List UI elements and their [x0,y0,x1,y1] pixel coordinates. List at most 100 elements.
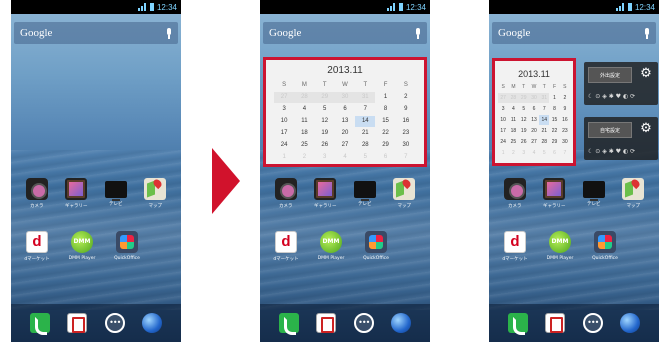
app-drawer-icon[interactable] [353,313,374,333]
calendar-day[interactable]: 3 [274,104,294,115]
calendar-day[interactable]: 12 [315,116,335,127]
calendar-day[interactable]: 1 [375,92,395,103]
calendar-day[interactable]: 4 [294,104,314,115]
google-search-bar[interactable]: Google [492,22,656,44]
calendar-day[interactable]: 19 [315,128,335,139]
google-search-bar[interactable]: Google [263,22,427,44]
browser-globe-icon[interactable] [391,313,412,333]
gear-icon[interactable]: ⚙ [638,121,654,137]
calendar-day[interactable]: 29 [549,137,559,147]
calendar-day[interactable]: 23 [396,128,416,139]
calendar-day[interactable]: 5 [519,104,529,114]
app-dmarket[interactable]: dマーケット [21,231,53,262]
calendar-day[interactable]: 13 [335,116,355,127]
calendar-day[interactable]: 21 [355,128,375,139]
calendar-day[interactable]: 26 [315,140,335,151]
calendar-day[interactable]: 4 [529,148,539,158]
home-mode-button[interactable]: 自宅設定 [588,122,632,138]
gear-icon[interactable]: ⚙ [638,66,654,82]
calendar-day[interactable]: 20 [335,128,355,139]
calendar-day[interactable]: 7 [539,104,549,114]
calendar-day[interactable]: 11 [294,116,314,127]
calendar-day[interactable]: 27 [335,140,355,151]
app-tv[interactable]: テレビ [578,178,610,209]
calendar-day[interactable]: 1 [498,148,508,158]
app-map[interactable]: マップ [617,178,649,209]
app-quickoffice[interactable]: QuickOffice [360,231,392,262]
app-dmarket[interactable]: dマーケット [499,231,531,262]
app-quickoffice[interactable]: QuickOffice [589,231,621,262]
app-drawer-icon[interactable] [582,313,603,333]
calendar-day[interactable]: 30 [334,92,356,103]
app-drawer-icon[interactable] [104,313,125,333]
calendar-day[interactable]: 16 [560,115,570,125]
app-dmm-player[interactable]: DMM Player [315,231,347,262]
app-camera[interactable]: カメラ [21,178,53,209]
calendar-day[interactable]: 4 [335,152,355,163]
calendar-day[interactable]: 27 [529,137,539,147]
calendar-day[interactable]: 4 [508,104,518,114]
calendar-day[interactable]: 24 [274,140,294,151]
calendar-day[interactable]: 6 [529,104,539,114]
google-search-bar[interactable]: Google [14,22,178,44]
app-gallery[interactable]: ギャラリー [538,178,570,209]
calendar-day[interactable]: 26 [519,137,529,147]
contacts-icon[interactable] [316,313,337,333]
calendar-day[interactable]: 28 [539,137,549,147]
calendar-day[interactable]: 13 [529,115,539,125]
microphone-icon[interactable] [644,27,650,39]
calendar-day[interactable]: 7 [396,152,416,163]
calendar-day[interactable]: 18 [294,128,314,139]
phone-icon[interactable] [278,313,299,335]
calendar-widget-large[interactable]: 2013.11 S M T W T F S 27 28 29 30 31 1 2 3 4 5 6 7 8 9 10 11 12… [263,57,427,167]
app-camera[interactable]: カメラ [270,178,302,209]
calendar-day[interactable]: 23 [560,126,570,136]
calendar-day[interactable]: 17 [498,126,508,136]
calendar-day[interactable]: 28 [355,140,375,151]
calendar-day[interactable]: 5 [315,104,335,115]
calendar-day[interactable]: 9 [396,104,416,115]
calendar-day[interactable]: 2 [560,93,570,103]
app-quickoffice[interactable]: QuickOffice [111,231,143,262]
calendar-day[interactable]: 7 [560,148,570,158]
calendar-day[interactable]: 15 [549,115,559,125]
calendar-day[interactable]: 1 [274,152,294,163]
calendar-day[interactable]: 2 [508,148,518,158]
calendar-day[interactable]: 12 [519,115,529,125]
calendar-day[interactable]: 3 [498,104,508,114]
calendar-day[interactable]: 8 [549,104,559,114]
calendar-day[interactable]: 18 [508,126,518,136]
phone-icon[interactable] [29,313,50,335]
calendar-day[interactable]: 29 [518,93,529,103]
app-gallery[interactable]: ギャラリー [309,178,341,209]
calendar-day[interactable]: 27 [274,92,295,103]
app-camera[interactable]: カメラ [499,178,531,209]
calendar-day[interactable]: 29 [375,140,395,151]
app-dmm-player[interactable]: DMM Player [66,231,98,262]
calendar-widget-small[interactable]: 2013.11 S M T W T F S 27 28 29 30 31 1 2 3 4 5 6 7 8 9 10 11 12… [492,58,576,166]
calendar-day[interactable]: 9 [560,104,570,114]
calendar-day[interactable]: 20 [529,126,539,136]
calendar-day[interactable]: 5 [539,148,549,158]
calendar-day[interactable]: 24 [498,137,508,147]
calendar-day[interactable]: 27 [498,93,509,103]
calendar-day[interactable]: 10 [498,115,508,125]
calendar-day[interactable]: 6 [335,104,355,115]
microphone-icon[interactable] [166,27,172,39]
calendar-day[interactable]: 29 [314,92,335,103]
calendar-day[interactable]: 30 [528,93,540,103]
calendar-day[interactable]: 28 [508,93,519,103]
outing-mode-button[interactable]: 外出設定 [588,67,632,83]
phone-icon[interactable] [507,313,528,335]
calendar-day[interactable]: 21 [539,126,549,136]
calendar-day[interactable]: 16 [396,116,416,127]
calendar-day[interactable]: 30 [560,137,570,147]
app-map[interactable]: マップ [139,178,171,209]
app-map[interactable]: マップ [388,178,420,209]
calendar-day[interactable]: 28 [294,92,315,103]
calendar-day[interactable]: 2 [294,152,314,163]
calendar-day[interactable]: 8 [375,104,395,115]
calendar-day[interactable]: 2 [396,92,416,103]
browser-globe-icon[interactable] [142,313,163,333]
contacts-icon[interactable] [545,313,566,333]
